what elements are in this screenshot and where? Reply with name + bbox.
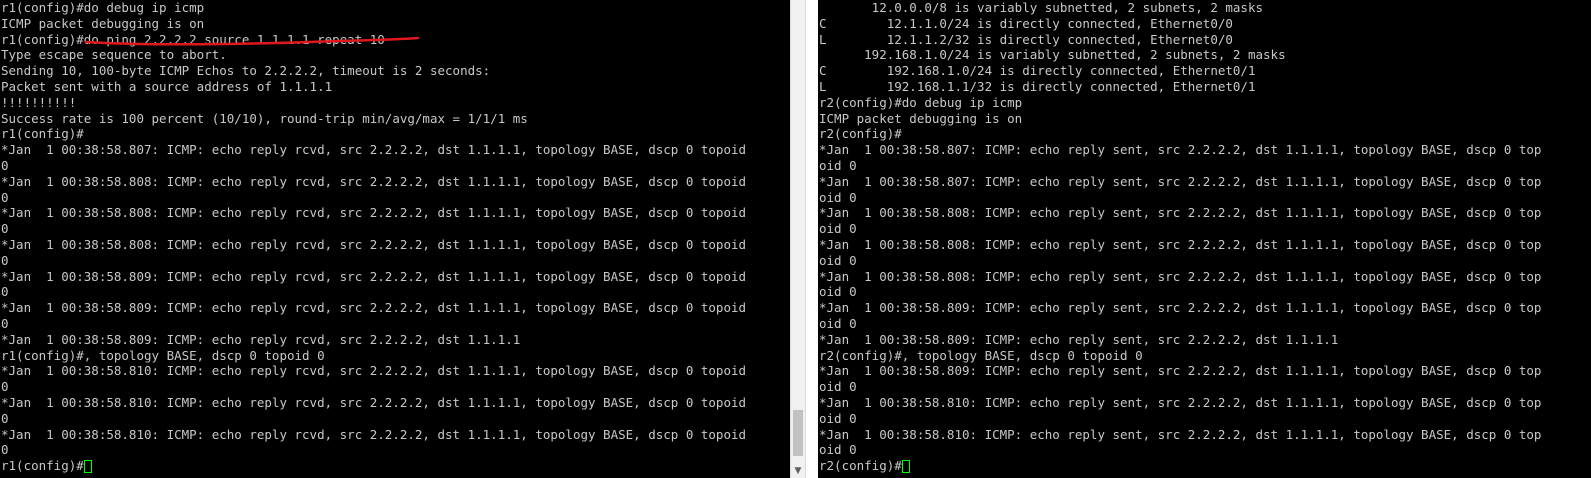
terminal-r1-line: 0 <box>1 252 9 268</box>
terminal-r1-line: 0 <box>1 284 9 300</box>
terminal-r1-line: *Jan 1 00:38:58.808: ICMP: echo reply rc… <box>1 205 747 221</box>
terminal-r2-line: oid 0 <box>819 315 857 331</box>
terminal-r1-line: r1(config)#do ping 2.2.2.2 source 1.1.1.… <box>1 31 385 47</box>
terminal-r1-line: *Jan 1 00:38:58.808: ICMP: echo reply rc… <box>1 173 747 189</box>
terminal-r1-line: Type escape sequence to abort. <box>1 47 227 63</box>
terminal-r1-line: *Jan 1 00:38:58.809: ICMP: echo reply rc… <box>1 268 747 284</box>
terminal-r1-line: *Jan 1 00:38:58.809: ICMP: echo reply rc… <box>1 300 747 316</box>
terminal-r1-line: *Jan 1 00:38:58.808: ICMP: echo reply rc… <box>1 236 747 252</box>
terminal-r2-line: r2(config)#do debug ip icmp <box>819 94 1023 110</box>
terminal-r2-line: *Jan 1 00:38:58.808: ICMP: echo reply se… <box>819 236 1542 252</box>
text-cursor <box>83 460 92 474</box>
screen: r1(config)#do debug ip icmp ICMP packet d… <box>0 0 1591 478</box>
terminal-r1-line: !!!!!!!!!! <box>1 94 77 110</box>
terminal-r1-output: r1(config)#do debug ip icmp ICMP packet d… <box>1 0 790 458</box>
window-divider <box>806 0 818 478</box>
terminal-r2-line: C 12.1.1.0/24 is directly connected, Eth… <box>819 15 1233 31</box>
terminal-r1-line: 0 <box>1 221 9 237</box>
terminal-r2-line: oid 0 <box>819 410 857 426</box>
terminal-r1[interactable]: r1(config)#do debug ip icmp ICMP packet d… <box>0 0 790 478</box>
terminal-r2-line: *Jan 1 00:38:58.810: ICMP: echo reply se… <box>819 426 1542 442</box>
terminal-r2-line: *Jan 1 00:38:58.809: ICMP: echo reply se… <box>819 363 1542 379</box>
terminal-r2-line: *Jan 1 00:38:58.809: ICMP: echo reply se… <box>819 300 1542 316</box>
terminal-r1-prompt-line[interactable]: r1(config)# <box>1 458 790 474</box>
terminal-r1-line: *Jan 1 00:38:58.810: ICMP: echo reply rc… <box>1 426 747 442</box>
terminal-r2-line: oid 0 <box>819 157 857 173</box>
terminal-r2-line: *Jan 1 00:38:58.810: ICMP: echo reply se… <box>819 394 1542 410</box>
terminal-r1-line: r1(config)#do debug ip icmp <box>1 0 205 15</box>
terminal-r2-line: *Jan 1 00:38:58.807: ICMP: echo reply se… <box>819 173 1542 189</box>
chevron-down-icon[interactable]: ▼ <box>791 464 805 478</box>
terminal-r1-line: r1(config)# <box>1 126 84 142</box>
terminal-r1-line: 0 <box>1 442 9 458</box>
terminal-r2-line: oid 0 <box>819 442 857 458</box>
terminal-r1-line: 0 <box>1 189 9 205</box>
terminal-r2-prompt: r2(config)# <box>819 458 902 474</box>
terminal-r2-line: *Jan 1 00:38:58.808: ICMP: echo reply se… <box>819 268 1542 284</box>
terminal-r1-prompt: r1(config)# <box>1 458 84 474</box>
terminal-r1-line: 0 <box>1 379 9 395</box>
terminal-r2-line: r2(config)#, topology BASE, dscp 0 topoi… <box>819 347 1143 363</box>
terminal-r1-line: Packet sent with a source address of 1.1… <box>1 78 333 94</box>
terminal-r2-output: 12.0.0.0/8 is variably subnetted, 2 subn… <box>819 0 1591 458</box>
terminal-r2-line: C 192.168.1.0/24 is directly connected, … <box>819 63 1256 79</box>
terminal-r2-line: oid 0 <box>819 189 857 205</box>
scrollbar-thumb[interactable] <box>793 410 803 456</box>
terminal-r2-line: *Jan 1 00:38:58.808: ICMP: echo reply se… <box>819 205 1542 221</box>
terminal-r2-line: 192.168.1.0/24 is variably subnetted, 2 … <box>819 47 1286 63</box>
terminal-r1-line: *Jan 1 00:38:58.807: ICMP: echo reply rc… <box>1 142 747 158</box>
terminal-r2-line: ICMP packet debugging is on <box>819 110 1023 126</box>
terminal-r2-line: L 192.168.1.1/32 is directly connected, … <box>819 78 1256 94</box>
terminal-r1-line: *Jan 1 00:38:58.809: ICMP: echo reply rc… <box>1 331 521 347</box>
terminal-r1-line: 0 <box>1 410 9 426</box>
terminal-r2-line: oid 0 <box>819 379 857 395</box>
terminal-r1-line: *Jan 1 00:38:58.810: ICMP: echo reply rc… <box>1 394 747 410</box>
terminal-r2-line: *Jan 1 00:38:58.809: ICMP: echo reply se… <box>819 331 1339 347</box>
terminal-r2-prompt-line[interactable]: r2(config)# <box>819 458 1591 474</box>
terminal-r1-line: r1(config)#, topology BASE, dscp 0 topoi… <box>1 347 325 363</box>
terminal-r1-line: ICMP packet debugging is on <box>1 15 205 31</box>
terminal-r2-line: oid 0 <box>819 252 857 268</box>
terminal-r1-line: 0 <box>1 315 9 331</box>
terminal-r2-line: 12.0.0.0/8 is variably subnetted, 2 subn… <box>819 0 1264 15</box>
text-cursor <box>901 460 910 474</box>
terminal-r2-line: *Jan 1 00:38:58.807: ICMP: echo reply se… <box>819 142 1542 158</box>
terminal-r2-line: r2(config)# <box>819 126 902 142</box>
terminal-r1-line: *Jan 1 00:38:58.810: ICMP: echo reply rc… <box>1 363 747 379</box>
vertical-scrollbar[interactable]: ▼ <box>790 0 806 478</box>
terminal-r2-line: oid 0 <box>819 221 857 237</box>
terminal-r1-line: Success rate is 100 percent (10/10), rou… <box>1 110 528 126</box>
terminal-r2-line: oid 0 <box>819 284 857 300</box>
terminal-r1-line: 0 <box>1 157 9 173</box>
terminal-r1-line: Sending 10, 100-byte ICMP Echos to 2.2.2… <box>1 63 491 79</box>
terminal-r2-line: L 12.1.1.2/32 is directly connected, Eth… <box>819 31 1233 47</box>
terminal-r2[interactable]: 12.0.0.0/8 is variably subnetted, 2 subn… <box>818 0 1591 478</box>
